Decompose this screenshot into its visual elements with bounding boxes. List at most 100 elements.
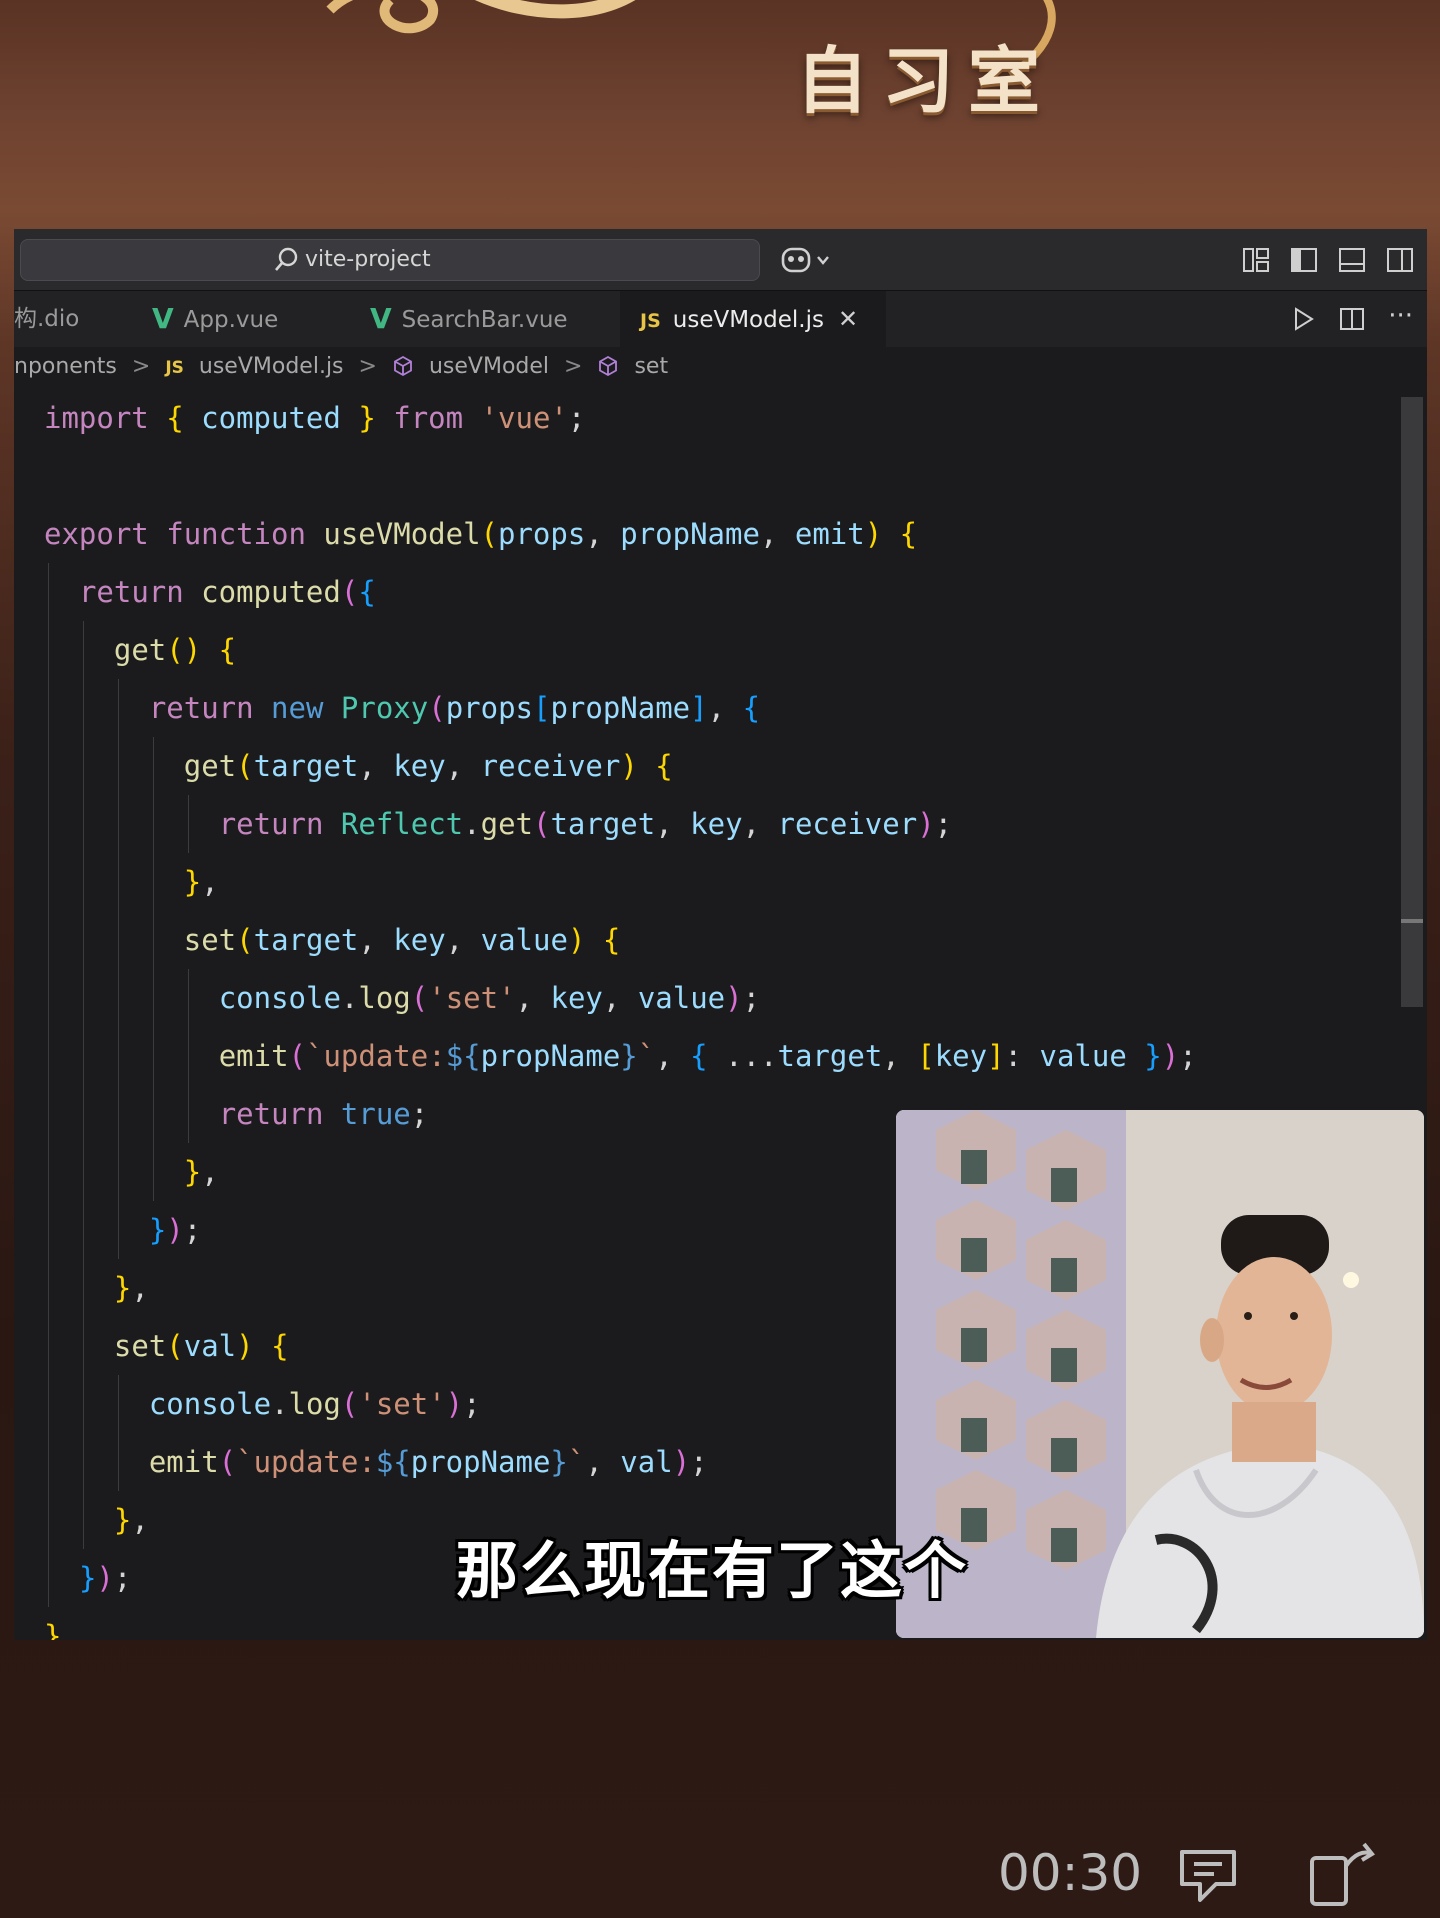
- indent-guide: [82, 621, 84, 679]
- indent-guide: [117, 1143, 119, 1201]
- code-line: return computed({: [78, 575, 376, 609]
- tab-label: 构.dio: [14, 306, 80, 332]
- chevron-right-icon: >: [564, 354, 583, 379]
- code-line: return true;: [218, 1097, 429, 1131]
- indent-guide: [82, 1433, 84, 1491]
- indent-guide: [117, 969, 119, 1027]
- code-line: console.log('set');: [148, 1387, 481, 1421]
- code-line: });: [78, 1561, 132, 1595]
- indent-guide: [48, 1491, 49, 1549]
- tab-searchbar-vue[interactable]: V SearchBar.vue: [370, 291, 610, 347]
- indent-guide: [48, 1085, 49, 1143]
- indent-guide: [117, 795, 119, 853]
- indent-guide: [82, 679, 84, 737]
- indent-guide: [82, 1317, 84, 1375]
- indent-guide: [48, 911, 49, 969]
- indent-guide: [48, 1027, 49, 1085]
- indent-guide: [117, 1201, 119, 1259]
- indent-guide: [48, 621, 49, 679]
- command-center-search[interactable]: vite-project: [20, 239, 760, 281]
- tab-label: useVModel.js: [672, 307, 824, 333]
- indent-guide: [152, 853, 154, 911]
- breadcrumb-folder[interactable]: nponents: [14, 354, 117, 379]
- indent-guide: [82, 1143, 84, 1201]
- code-line: console.log('set', key, value);: [218, 981, 761, 1015]
- danmaku-icon[interactable]: [1176, 1846, 1246, 1910]
- code-line: get() {: [113, 633, 237, 667]
- indent-guide: [152, 1085, 154, 1143]
- indent-guide: [117, 1085, 119, 1143]
- toggle-sidebar-icon[interactable]: [1289, 245, 1319, 275]
- indent-guide: [117, 737, 119, 795]
- indent-guide: [82, 737, 84, 795]
- code-line: set(val) {: [113, 1329, 289, 1363]
- indent-guide: [117, 911, 119, 969]
- run-icon[interactable]: [1290, 305, 1316, 340]
- close-icon[interactable]: ✕: [838, 305, 858, 333]
- vertical-scrollbar[interactable]: [1401, 397, 1423, 1007]
- more-actions-icon[interactable]: ···: [1388, 303, 1413, 340]
- js-file-icon: JS: [165, 358, 184, 378]
- customize-layout-icon[interactable]: [1241, 245, 1271, 275]
- indent-guide: [152, 737, 154, 795]
- indent-guide: [117, 1433, 119, 1491]
- indent-guide: [82, 1027, 84, 1085]
- code-line: },: [183, 865, 219, 899]
- chevron-right-icon: >: [131, 354, 151, 379]
- indent-guide: [82, 1085, 84, 1143]
- toggle-secondary-sidebar-icon[interactable]: [1385, 245, 1415, 275]
- split-editor-icon[interactable]: [1338, 305, 1366, 340]
- code-line: set(target, key, value) {: [183, 923, 621, 957]
- indent-guide: [48, 795, 49, 853]
- indent-guide: [48, 1201, 49, 1259]
- indent-guide: [48, 563, 49, 621]
- indent-guide: [187, 1085, 189, 1143]
- tab-usevmodel-js[interactable]: JS useVModel.js ✕: [620, 291, 886, 347]
- indent-guide: [117, 1375, 119, 1433]
- indent-guide: [152, 911, 154, 969]
- code-line: emit(`update:${propName}`, val);: [148, 1445, 708, 1479]
- workspace-name: vite-project: [305, 247, 431, 272]
- toggle-panel-icon[interactable]: [1337, 245, 1367, 275]
- code-line: emit(`update:${propName}`, { ...target, …: [218, 1039, 1197, 1073]
- indent-guide: [48, 1143, 49, 1201]
- tab-label: App.vue: [183, 307, 279, 333]
- indent-guide: [82, 1201, 84, 1259]
- breadcrumb-file[interactable]: useVModel.js: [199, 354, 344, 379]
- tab-label: SearchBar.vue: [401, 307, 568, 333]
- js-file-icon: JS: [640, 310, 661, 332]
- indent-guide: [82, 853, 84, 911]
- code-line: },: [113, 1503, 149, 1537]
- code-line: import { computed } from 'vue';: [44, 401, 586, 435]
- indent-guide: [117, 679, 119, 737]
- banner-title: 自习室: [796, 38, 1055, 123]
- rotate-screen-icon[interactable]: [1306, 1840, 1378, 1914]
- video-subtitle: 那么现在有了这个: [456, 1534, 969, 1607]
- indent-guide: [82, 969, 84, 1027]
- tab-diagram[interactable]: 构.dio: [14, 291, 134, 347]
- chevron-right-icon: >: [358, 354, 377, 379]
- indent-guide: [187, 969, 189, 1027]
- code-line: });: [148, 1213, 202, 1247]
- search-icon: [273, 241, 299, 293]
- indent-guide: [48, 1549, 49, 1607]
- code-line: },: [183, 1155, 219, 1189]
- indent-guide: [48, 679, 49, 737]
- breadcrumb-function[interactable]: useVModel: [429, 354, 549, 379]
- symbol-method-icon: [392, 354, 414, 379]
- video-banner: 自习室: [0, 0, 1440, 228]
- breadcrumb: nponents > JS useVModel.js > useVModel >…: [14, 347, 1427, 387]
- tab-app-vue[interactable]: V App.vue: [152, 291, 352, 347]
- indent-guide: [48, 853, 49, 911]
- indent-guide: [117, 853, 119, 911]
- indent-guide: [187, 1027, 189, 1085]
- indent-guide: [117, 1027, 119, 1085]
- code-line: }: [44, 1619, 62, 1640]
- indent-guide: [152, 969, 154, 1027]
- indent-guide: [82, 795, 84, 853]
- breadcrumb-member[interactable]: set: [634, 354, 668, 379]
- scrollbar-marker: [1401, 919, 1423, 923]
- indent-guide: [48, 1375, 49, 1433]
- indent-guide: [48, 969, 49, 1027]
- copilot-icon[interactable]: [780, 243, 834, 281]
